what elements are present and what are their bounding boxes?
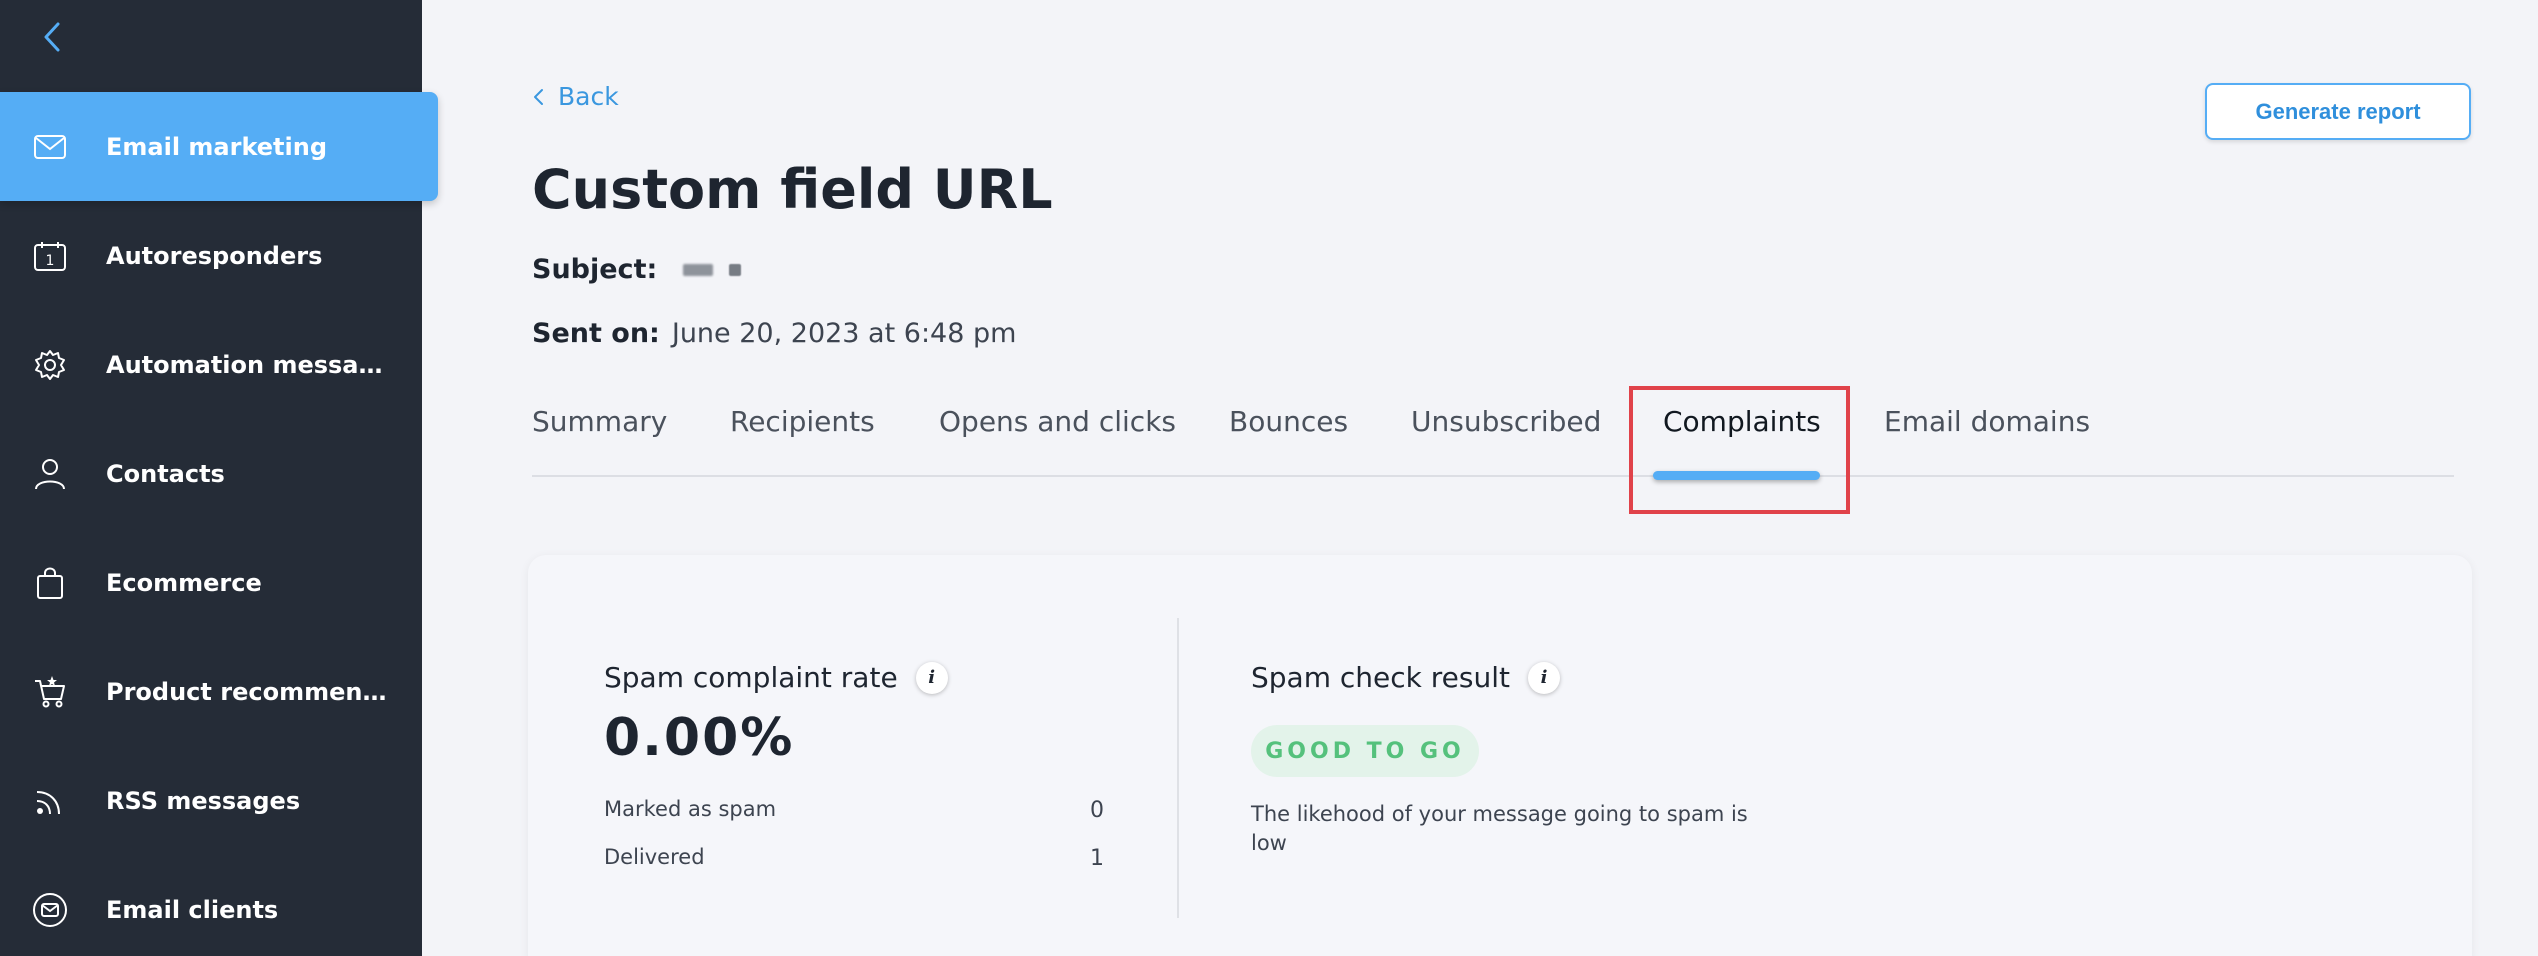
- tab-recipients[interactable]: Recipients: [730, 405, 875, 438]
- marked-as-spam-label: Marked as spam: [604, 797, 777, 821]
- tab-email-domains[interactable]: Email domains: [1884, 405, 2090, 438]
- collapse-sidebar-button[interactable]: [36, 18, 70, 56]
- sidebar-item-label: Email clients: [106, 895, 279, 924]
- tab-opens-and-clicks[interactable]: Opens and clicks: [939, 405, 1176, 438]
- sidebar-item-label: Product recommendat…: [106, 677, 396, 706]
- sidebar-item-label: RSS messages: [106, 786, 301, 815]
- back-label: Back: [558, 82, 619, 111]
- spam-complaint-rate-label: Spam complaint rate i: [604, 661, 948, 694]
- subject-label: Subject:: [532, 254, 658, 285]
- sidebar-item-label: Contacts: [106, 459, 225, 488]
- sent-on-label: Sent on:: [532, 318, 660, 349]
- chevron-left-icon: [534, 88, 543, 105]
- gear-icon: [32, 347, 68, 383]
- sidebar-item-automation-messages[interactable]: Automation messages: [0, 310, 438, 419]
- mail-icon: [32, 129, 68, 165]
- active-tab-indicator: [1653, 471, 1820, 480]
- sent-on-value: June 20, 2023 at 6:48 pm: [671, 318, 1017, 349]
- info-icon[interactable]: i: [915, 661, 948, 694]
- sidebar-item-label: Automation messages: [106, 350, 396, 379]
- sidebar-item-rss-messages[interactable]: RSS messages: [0, 746, 438, 855]
- delivered-label: Delivered: [604, 845, 705, 869]
- tab-bounces[interactable]: Bounces: [1229, 405, 1348, 438]
- rss-icon: [32, 783, 68, 819]
- sidebar-item-label: Email marketing: [106, 132, 328, 161]
- tab-summary[interactable]: Summary: [532, 405, 667, 438]
- spam-check-result-label: Spam check result i: [1251, 661, 1560, 694]
- shopping-bag-icon: [32, 565, 68, 601]
- sidebar-item-label: Ecommerce: [106, 568, 262, 597]
- sidebar-item-contacts[interactable]: Contacts: [0, 419, 438, 528]
- tab-complaints[interactable]: Complaints: [1663, 405, 1821, 438]
- sent-on-row: Sent on: June 20, 2023 at 6:48 pm: [532, 318, 1016, 349]
- card-divider: [1177, 618, 1179, 918]
- sidebar-item-autoresponders[interactable]: 1 Autoresponders: [0, 201, 438, 310]
- info-icon[interactable]: i: [1527, 661, 1560, 694]
- subject-value-redacted: [683, 263, 742, 276]
- page-title: Custom field URL: [532, 158, 1053, 221]
- sidebar-item-label: Autoresponders: [106, 241, 323, 270]
- sidebar-item-product-recommendations[interactable]: Product recommendat…: [0, 637, 438, 746]
- generate-report-button[interactable]: Generate report: [2205, 83, 2471, 140]
- chevron-left-icon: [44, 22, 60, 52]
- email-client-icon: [32, 892, 68, 928]
- svg-text:1: 1: [46, 253, 55, 269]
- sidebar-item-email-marketing[interactable]: Email marketing: [0, 92, 438, 201]
- spam-check-result-text: Spam check result: [1251, 661, 1510, 694]
- report-tabs: Summary Recipients Opens and clicks Boun…: [532, 405, 2454, 477]
- back-link[interactable]: Back: [532, 82, 619, 111]
- tab-unsubscribed[interactable]: Unsubscribed: [1411, 405, 1601, 438]
- sidebar-item-ecommerce[interactable]: Ecommerce: [0, 528, 438, 637]
- spam-check-description: The likehood of your message going to sp…: [1251, 802, 1748, 855]
- subject-row: Subject:: [532, 254, 742, 285]
- calendar-icon: 1: [32, 238, 68, 274]
- complaints-card: [528, 555, 2472, 956]
- sidebar-item-email-clients[interactable]: Email clients: [0, 855, 438, 956]
- marked-as-spam-value: 0: [1090, 798, 1104, 823]
- status-badge: GOOD TO GO: [1251, 725, 1479, 777]
- spam-complaint-rate-value: 0.00%: [604, 708, 795, 768]
- sidebar: Email marketing 1 Autoresponders Automat…: [0, 0, 438, 956]
- spam-complaint-rate-text: Spam complaint rate: [604, 661, 898, 694]
- delivered-value: 1: [1090, 846, 1104, 871]
- person-icon: [32, 456, 68, 492]
- cart-star-icon: [32, 674, 68, 710]
